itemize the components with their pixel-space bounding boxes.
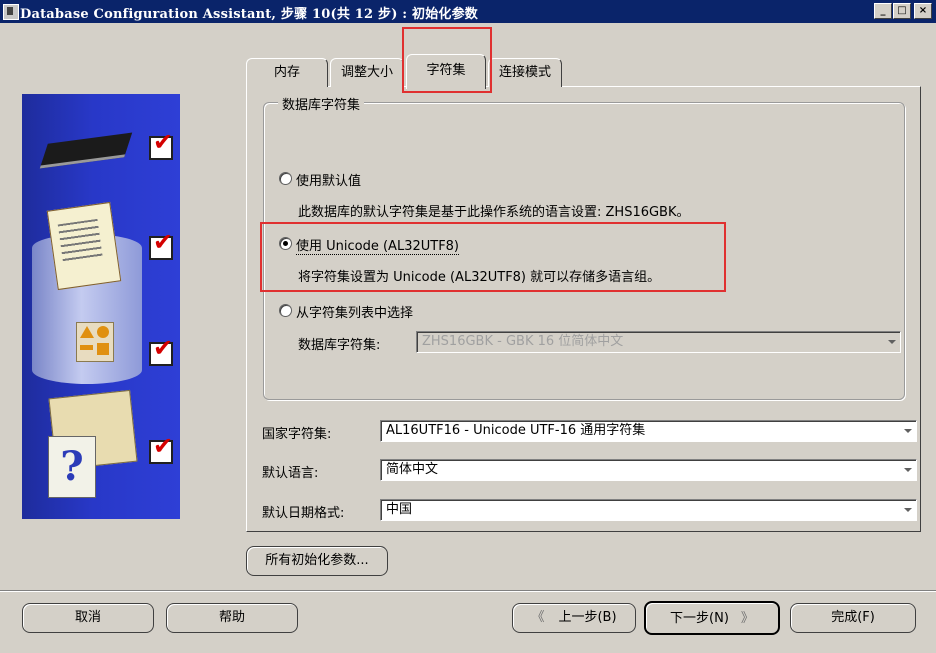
chevron-left-icon: 《 xyxy=(531,610,545,625)
dialog-window: Database Configuration Assistant, 步骤 10(… xyxy=(0,0,936,653)
chevron-down-icon xyxy=(904,508,912,512)
use-unicode-description: 将字符集设置为 Unicode (AL32UTF8) 就可以存储多语言组。 xyxy=(298,270,661,285)
choose-from-list-label[interactable]: 从字符集列表中选择 xyxy=(296,302,413,321)
national-charset-select[interactable]: AL16UTF16 - Unicode UTF-16 通用字符集 xyxy=(380,420,917,442)
tab-connection-mode[interactable]: 连接模式 xyxy=(488,58,562,87)
checkmark-icon: ✔ xyxy=(153,128,174,156)
national-charset-value: AL16UTF16 - Unicode UTF-16 通用字符集 xyxy=(386,423,646,438)
tab-highlight-box xyxy=(402,27,492,93)
chevron-down-icon xyxy=(888,340,896,344)
finish-button[interactable]: 完成(F) xyxy=(790,603,916,633)
default-language-value: 简体中文 xyxy=(386,462,439,477)
next-button-label: 下一步(N) xyxy=(670,611,729,626)
close-button[interactable]: × xyxy=(914,3,932,19)
app-icon[interactable] xyxy=(3,4,19,20)
back-button[interactable]: 《上一步(B) xyxy=(512,603,636,633)
use-default-description: 此数据库的默认字符集是基于此操作系统的语言设置: ZHS16GBK。 xyxy=(298,205,690,220)
title-bar[interactable]: Database Configuration Assistant, 步骤 10(… xyxy=(0,0,936,23)
cancel-button[interactable]: 取消 xyxy=(22,603,154,633)
radio-use-unicode[interactable] xyxy=(279,237,292,250)
charset-group-legend: 数据库字符集 xyxy=(278,94,365,113)
wizard-illustration: ? ✔ ✔ ✔ ✔ xyxy=(22,94,180,519)
database-charset-value: ZHS16GBK - GBK 16 位简体中文 xyxy=(422,334,624,349)
step-check-3: ✔ xyxy=(149,336,173,366)
step-check-4: ✔ xyxy=(149,434,173,464)
database-charset-select[interactable]: ZHS16GBK - GBK 16 位简体中文 xyxy=(416,331,901,353)
use-unicode-label[interactable]: 使用 Unicode (AL32UTF8) xyxy=(296,235,460,255)
default-date-format-label: 默认日期格式: xyxy=(262,506,345,521)
tab-sizing[interactable]: 调整大小 xyxy=(330,58,404,87)
shapes-icon xyxy=(76,322,114,362)
back-button-label: 上一步(B) xyxy=(558,610,617,625)
radio-use-default[interactable] xyxy=(279,172,292,185)
step-check-1: ✔ xyxy=(149,130,173,160)
checkmark-icon: ✔ xyxy=(153,432,174,460)
default-language-label: 默认语言: xyxy=(262,466,319,481)
chip-icon xyxy=(39,132,133,169)
chevron-right-icon: 》 xyxy=(740,611,754,626)
all-init-params-button[interactable]: 所有初始化参数... xyxy=(246,546,388,576)
chevron-down-icon xyxy=(904,468,912,472)
national-charset-label: 国家字符集: xyxy=(262,427,332,442)
default-date-format-select[interactable]: 中国 xyxy=(380,499,917,521)
step-check-2: ✔ xyxy=(149,230,173,260)
next-button[interactable]: 下一步(N) 》 xyxy=(644,601,780,635)
database-charset-field-label: 数据库字符集: xyxy=(298,338,381,353)
use-default-label[interactable]: 使用默认值 xyxy=(296,170,361,189)
footer-separator xyxy=(0,590,936,592)
tab-memory[interactable]: 内存 xyxy=(246,58,328,87)
radio-choose-from-list[interactable] xyxy=(279,304,292,317)
minimize-button[interactable]: _ xyxy=(874,3,892,19)
maximize-button[interactable]: □ xyxy=(893,3,911,19)
help-document-icon: ? xyxy=(48,436,96,498)
checkmark-icon: ✔ xyxy=(153,334,174,362)
help-button[interactable]: 帮助 xyxy=(166,603,298,633)
checkmark-icon: ✔ xyxy=(153,228,174,256)
window-title: Database Configuration Assistant, 步骤 10(… xyxy=(20,7,478,22)
documents-icon xyxy=(46,201,122,291)
default-language-select[interactable]: 简体中文 xyxy=(380,459,917,481)
default-date-format-value: 中国 xyxy=(386,502,413,517)
chevron-down-icon xyxy=(904,429,912,433)
